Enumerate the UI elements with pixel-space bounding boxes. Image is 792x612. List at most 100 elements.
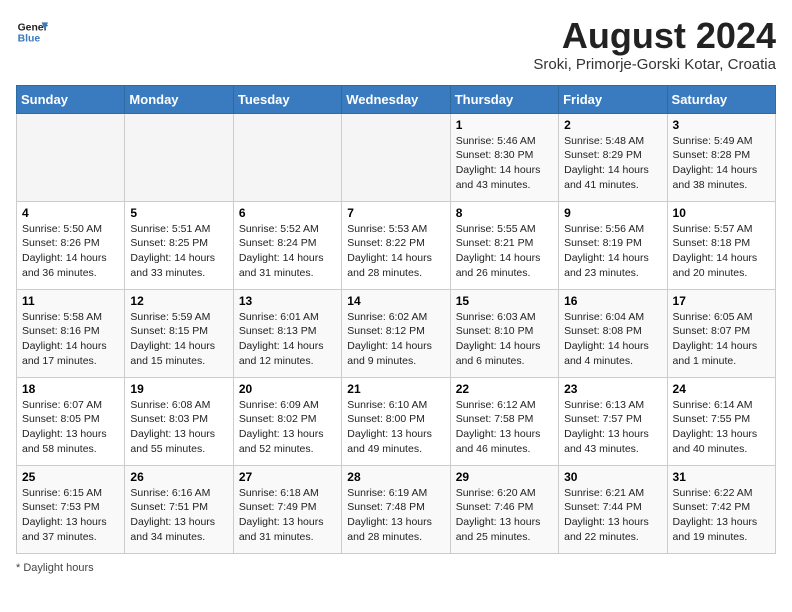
day-cell: 31 Sunrise: 6:22 AMSunset: 7:42 PMDayligh… — [667, 465, 775, 553]
day-number: 19 — [130, 382, 227, 396]
weekday-header-monday: Monday — [125, 85, 233, 113]
day-cell: 29 Sunrise: 6:20 AMSunset: 7:46 PMDayligh… — [450, 465, 558, 553]
calendar-table: SundayMondayTuesdayWednesdayThursdayFrid… — [16, 85, 776, 554]
day-number: 29 — [456, 470, 553, 484]
day-info: Sunrise: 5:58 AMSunset: 8:16 PMDaylight:… — [22, 310, 119, 369]
day-info: Sunrise: 6:07 AMSunset: 8:05 PMDaylight:… — [22, 398, 119, 457]
day-number: 26 — [130, 470, 227, 484]
day-cell: 26 Sunrise: 6:16 AMSunset: 7:51 PMDayligh… — [125, 465, 233, 553]
title-area: August 2024 Sroki, Primorje-Gorski Kotar… — [533, 16, 776, 73]
svg-text:Blue: Blue — [18, 34, 41, 45]
day-number: 1 — [456, 118, 553, 132]
day-number: 3 — [673, 118, 770, 132]
day-info: Sunrise: 5:57 AMSunset: 8:18 PMDaylight:… — [673, 222, 770, 281]
location-title: Sroki, Primorje-Gorski Kotar, Croatia — [533, 56, 776, 73]
day-number: 20 — [239, 382, 336, 396]
day-number: 12 — [130, 294, 227, 308]
weekday-header-thursday: Thursday — [450, 85, 558, 113]
day-cell: 8 Sunrise: 5:55 AMSunset: 8:21 PMDaylight… — [450, 201, 558, 289]
day-cell: 28Sunrise: 6:19 AMSunset: 7:48 PMDayligh… — [342, 465, 450, 553]
day-number: 2 — [564, 118, 661, 132]
day-number: 4 — [22, 206, 119, 220]
day-number: 10 — [673, 206, 770, 220]
day-info: Sunrise: 6:02 AMSunset: 8:12 PMDaylight:… — [347, 310, 444, 369]
day-cell: 7 Sunrise: 5:53 AMSunset: 8:22 PMDaylight… — [342, 201, 450, 289]
day-cell: 22Sunrise: 6:12 AMSunset: 7:58 PMDayligh… — [450, 377, 558, 465]
day-cell: 1 Sunrise: 5:46 AMSunset: 8:30 PMDaylight… — [450, 113, 558, 201]
day-cell: 19 Sunrise: 6:08 AMSunset: 8:03 PMDayligh… — [125, 377, 233, 465]
day-cell: 14Sunrise: 6:02 AMSunset: 8:12 PMDayligh… — [342, 289, 450, 377]
day-cell: 16Sunrise: 6:04 AMSunset: 8:08 PMDayligh… — [559, 289, 667, 377]
day-info: Sunrise: 5:48 AMSunset: 8:29 PMDaylight:… — [564, 134, 661, 193]
day-cell: 3 Sunrise: 5:49 AMSunset: 8:28 PMDaylight… — [667, 113, 775, 201]
day-info: Sunrise: 6:13 AMSunset: 7:57 PMDaylight:… — [564, 398, 661, 457]
day-cell: 24Sunrise: 6:14 AMSunset: 7:55 PMDayligh… — [667, 377, 775, 465]
day-cell: 27 Sunrise: 6:18 AMSunset: 7:49 PMDayligh… — [233, 465, 341, 553]
week-row-5: 25 Sunrise: 6:15 AMSunset: 7:53 PMDayligh… — [17, 465, 776, 553]
week-row-3: 11 Sunrise: 5:58 AMSunset: 8:16 PMDayligh… — [17, 289, 776, 377]
day-cell: 6Sunrise: 5:52 AMSunset: 8:24 PMDaylight… — [233, 201, 341, 289]
day-info: Sunrise: 5:49 AMSunset: 8:28 PMDaylight:… — [673, 134, 770, 193]
day-info: Sunrise: 5:59 AMSunset: 8:15 PMDaylight:… — [130, 310, 227, 369]
weekday-header-tuesday: Tuesday — [233, 85, 341, 113]
day-number: 21 — [347, 382, 444, 396]
day-cell: 15 Sunrise: 6:03 AMSunset: 8:10 PMDayligh… — [450, 289, 558, 377]
day-info: Sunrise: 6:15 AMSunset: 7:53 PMDaylight:… — [22, 486, 119, 545]
day-info: Sunrise: 5:53 AMSunset: 8:22 PMDaylight:… — [347, 222, 444, 281]
day-info: Sunrise: 6:14 AMSunset: 7:55 PMDaylight:… — [673, 398, 770, 457]
day-info: Sunrise: 5:46 AMSunset: 8:30 PMDaylight:… — [456, 134, 553, 193]
footer-note: * Daylight hours — [16, 562, 776, 574]
day-number: 15 — [456, 294, 553, 308]
day-info: Sunrise: 6:22 AMSunset: 7:42 PMDaylight:… — [673, 486, 770, 545]
calendar-header: SundayMondayTuesdayWednesdayThursdayFrid… — [17, 85, 776, 113]
weekday-header-wednesday: Wednesday — [342, 85, 450, 113]
month-title: August 2024 — [533, 16, 776, 56]
logo-icon: General Blue — [16, 16, 48, 48]
day-info: Sunrise: 5:56 AMSunset: 8:19 PMDaylight:… — [564, 222, 661, 281]
day-number: 9 — [564, 206, 661, 220]
day-info: Sunrise: 6:08 AMSunset: 8:03 PMDaylight:… — [130, 398, 227, 457]
day-number: 30 — [564, 470, 661, 484]
day-cell — [125, 113, 233, 201]
weekday-header-friday: Friday — [559, 85, 667, 113]
day-info: Sunrise: 5:50 AMSunset: 8:26 PMDaylight:… — [22, 222, 119, 281]
day-cell — [342, 113, 450, 201]
weekday-header-sunday: Sunday — [17, 85, 125, 113]
day-number: 7 — [347, 206, 444, 220]
day-info: Sunrise: 6:01 AMSunset: 8:13 PMDaylight:… — [239, 310, 336, 369]
day-info: Sunrise: 6:05 AMSunset: 8:07 PMDaylight:… — [673, 310, 770, 369]
day-number: 13 — [239, 294, 336, 308]
day-info: Sunrise: 6:04 AMSunset: 8:08 PMDaylight:… — [564, 310, 661, 369]
day-cell: 2 Sunrise: 5:48 AMSunset: 8:29 PMDaylight… — [559, 113, 667, 201]
day-info: Sunrise: 6:03 AMSunset: 8:10 PMDaylight:… — [456, 310, 553, 369]
day-cell: 4 Sunrise: 5:50 AMSunset: 8:26 PMDaylight… — [17, 201, 125, 289]
day-number: 23 — [564, 382, 661, 396]
day-info: Sunrise: 6:18 AMSunset: 7:49 PMDaylight:… — [239, 486, 336, 545]
day-info: Sunrise: 6:19 AMSunset: 7:48 PMDaylight:… — [347, 486, 444, 545]
day-info: Sunrise: 5:52 AMSunset: 8:24 PMDaylight:… — [239, 222, 336, 281]
day-cell: 17 Sunrise: 6:05 AMSunset: 8:07 PMDayligh… — [667, 289, 775, 377]
day-number: 25 — [22, 470, 119, 484]
calendar-body: 1 Sunrise: 5:46 AMSunset: 8:30 PMDaylight… — [17, 113, 776, 553]
weekday-header-saturday: Saturday — [667, 85, 775, 113]
day-number: 27 — [239, 470, 336, 484]
day-cell — [17, 113, 125, 201]
daylight-hours-label: Daylight hours — [23, 562, 93, 574]
day-info: Sunrise: 6:16 AMSunset: 7:51 PMDaylight:… — [130, 486, 227, 545]
day-number: 8 — [456, 206, 553, 220]
logo: General Blue — [16, 16, 48, 48]
day-cell: 25 Sunrise: 6:15 AMSunset: 7:53 PMDayligh… — [17, 465, 125, 553]
day-info: Sunrise: 5:51 AMSunset: 8:25 PMDaylight:… — [130, 222, 227, 281]
day-cell: 5 Sunrise: 5:51 AMSunset: 8:25 PMDaylight… — [125, 201, 233, 289]
day-cell: 21Sunrise: 6:10 AMSunset: 8:00 PMDayligh… — [342, 377, 450, 465]
day-cell — [233, 113, 341, 201]
day-cell: 12 Sunrise: 5:59 AMSunset: 8:15 PMDayligh… — [125, 289, 233, 377]
day-info: Sunrise: 5:55 AMSunset: 8:21 PMDaylight:… — [456, 222, 553, 281]
day-number: 11 — [22, 294, 119, 308]
day-info: Sunrise: 6:20 AMSunset: 7:46 PMDaylight:… — [456, 486, 553, 545]
day-number: 17 — [673, 294, 770, 308]
day-number: 31 — [673, 470, 770, 484]
day-cell: 23 Sunrise: 6:13 AMSunset: 7:57 PMDayligh… — [559, 377, 667, 465]
day-info: Sunrise: 6:12 AMSunset: 7:58 PMDaylight:… — [456, 398, 553, 457]
day-number: 5 — [130, 206, 227, 220]
